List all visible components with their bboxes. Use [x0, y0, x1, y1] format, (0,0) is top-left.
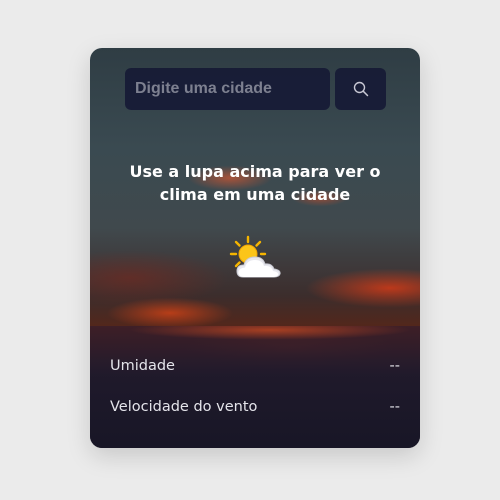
search-icon	[353, 81, 368, 97]
background-sea	[90, 326, 420, 448]
wind-speed-row: Velocidade do vento --	[110, 399, 400, 415]
instruction-line-2: clima em uma cidade	[159, 185, 351, 204]
humidity-value: --	[389, 358, 400, 374]
humidity-label: Umidade	[110, 358, 175, 374]
search-button[interactable]	[335, 68, 386, 110]
wind-speed-value: --	[389, 399, 400, 415]
city-search-input[interactable]	[125, 68, 330, 110]
wind-speed-label: Velocidade do vento	[110, 399, 258, 415]
instruction-message: Use a lupa acima para ver o clima em uma…	[90, 160, 420, 206]
humidity-row: Umidade --	[110, 358, 400, 374]
sun-behind-cloud-icon	[229, 235, 281, 278]
search-bar	[125, 68, 386, 110]
instruction-line-1: Use a lupa acima para ver o	[129, 162, 381, 181]
weather-card: Use a lupa acima para ver o clima em uma…	[90, 48, 420, 448]
